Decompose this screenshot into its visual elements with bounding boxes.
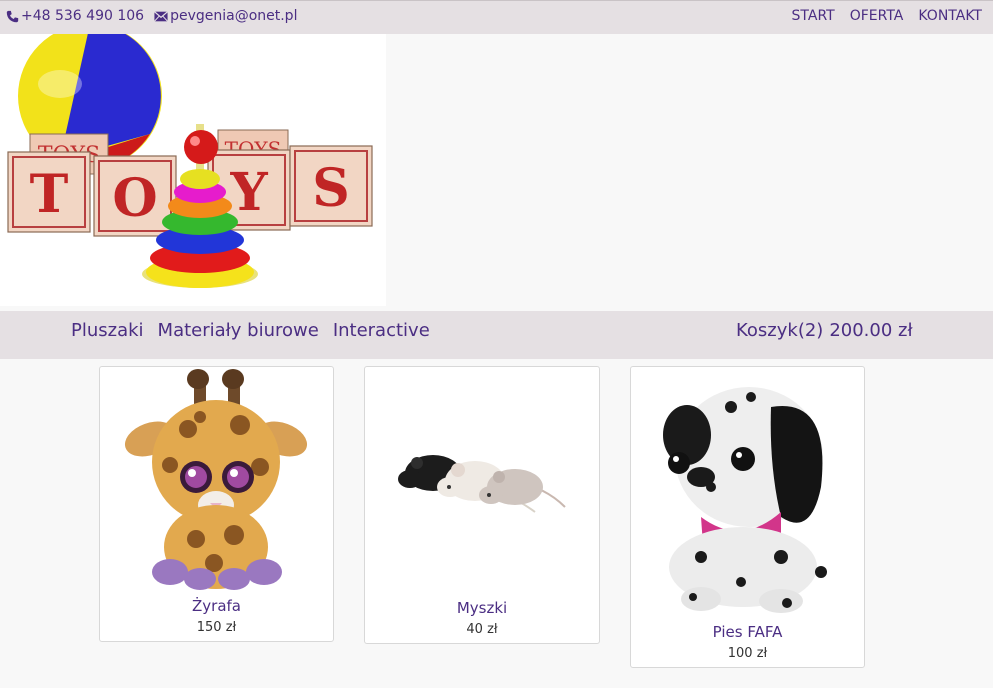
- nav-kontakt-link[interactable]: KONTAKT: [918, 8, 982, 24]
- block-t-letter: T: [30, 164, 69, 225]
- block-o-letter: O: [112, 168, 157, 229]
- phone-number: +48 536 490 106: [21, 8, 145, 24]
- envelope-icon: [154, 10, 169, 22]
- product-card[interactable]: Żyrafa 150 zł: [99, 366, 334, 642]
- block-s: S: [289, 145, 373, 227]
- phone-icon: [6, 10, 19, 22]
- block-y-letter: Y: [229, 162, 268, 223]
- product-name[interactable]: Pies FAFA: [631, 623, 864, 641]
- dalmatian-plush-image: [663, 387, 827, 613]
- category-pluszaki-link[interactable]: Pluszaki: [71, 320, 144, 341]
- product-name[interactable]: Myszki: [365, 599, 599, 617]
- toys-illustration: TOYS TOYS T O Y S: [7, 34, 373, 288]
- contact-info: +48 536 490 106 pevgenia@onet.pl: [6, 8, 297, 24]
- toys-banner-image: TOYS TOYS T O Y S: [0, 34, 386, 306]
- product-price: 150 zł: [196, 620, 237, 635]
- cart-total: 200.00 zł: [829, 320, 913, 341]
- mice-plush-image: [398, 455, 566, 513]
- product-card[interactable]: Pies FAFA 100 zł: [630, 366, 865, 668]
- category-bar: Pluszaki Materiały biurowe Interactive K…: [0, 311, 993, 359]
- category-nav: Pluszaki Materiały biurowe Interactive: [71, 320, 430, 341]
- category-materialy-biurowe-link[interactable]: Materiały biurowe: [158, 320, 319, 341]
- email-contact[interactable]: pevgenia@onet.pl: [154, 8, 297, 24]
- product-price: 100 zł: [727, 646, 768, 661]
- product-name[interactable]: Żyrafa: [100, 597, 333, 615]
- product-price: 40 zł: [466, 622, 498, 637]
- cart-link[interactable]: Koszyk(2) 200.00 zł: [736, 320, 913, 341]
- phone-contact[interactable]: +48 536 490 106: [6, 8, 144, 24]
- nav-start-link[interactable]: START: [792, 8, 835, 24]
- nav-oferta-link[interactable]: OFERTA: [850, 8, 904, 24]
- top-bar: +48 536 490 106 pevgenia@onet.pl START O…: [0, 0, 993, 34]
- cart-label: Koszyk(2): [736, 320, 824, 341]
- block-s-letter: S: [312, 158, 350, 219]
- product-card[interactable]: Myszki 40 zł: [364, 366, 600, 644]
- giraffe-plush-image: [124, 369, 308, 590]
- main-nav: START OFERTA KONTAKT: [792, 8, 982, 24]
- category-interactive-link[interactable]: Interactive: [333, 320, 430, 341]
- email-address: pevgenia@onet.pl: [170, 8, 298, 24]
- block-t: T: [7, 151, 91, 233]
